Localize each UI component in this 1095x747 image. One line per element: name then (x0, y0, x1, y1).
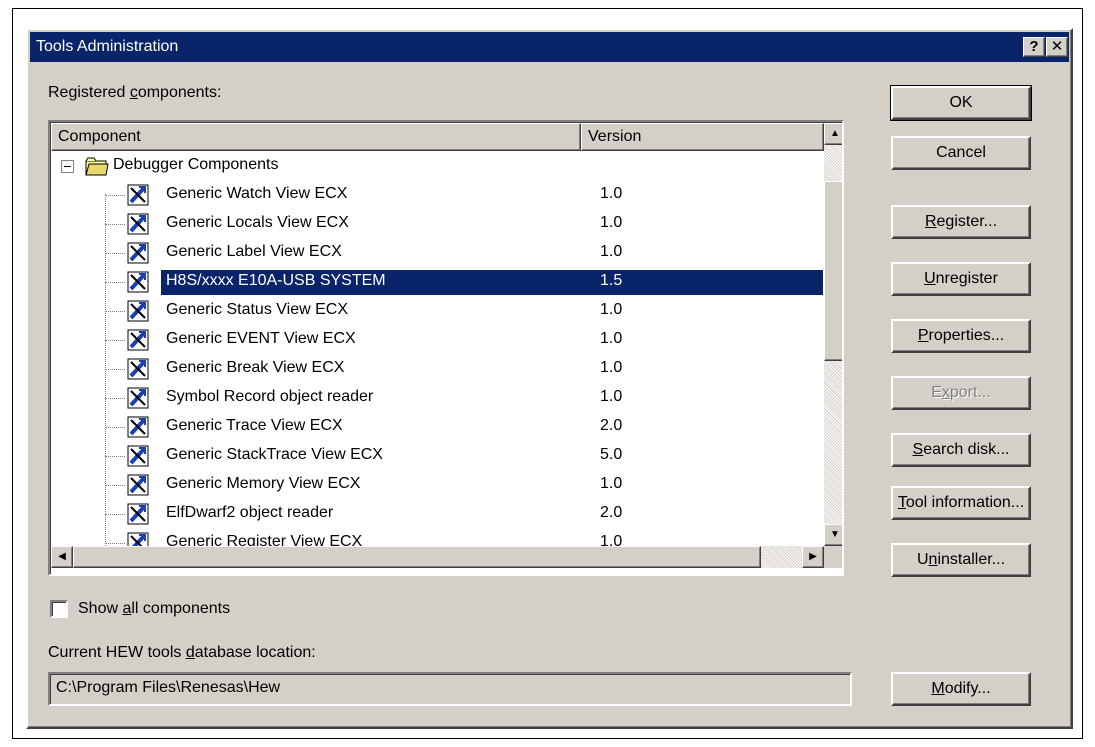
component-version: 1.5 (600, 272, 623, 289)
modify-button[interactable]: Modify... (891, 672, 1031, 706)
scroll-up-icon[interactable]: ▲ (824, 123, 842, 145)
component-name: Generic EVENT View ECX (166, 330, 356, 347)
list-item[interactable]: Generic Register View ECX 1.0 (51, 529, 823, 546)
component-name: Generic Watch View ECX (166, 185, 348, 202)
component-icon (127, 445, 149, 467)
scroll-left-icon[interactable]: ◀ (51, 546, 73, 568)
scroll-down-icon[interactable]: ▼ (824, 524, 842, 546)
component-icon (127, 387, 149, 409)
component-version: 1.0 (600, 475, 623, 492)
component-version: 1.0 (600, 388, 623, 405)
help-button[interactable]: ? (1023, 37, 1045, 57)
uninstaller-button[interactable]: Uninstaller... (891, 543, 1031, 577)
scroll-right-icon[interactable]: ▶ (802, 546, 824, 568)
properties-button[interactable]: Properties... (891, 319, 1031, 353)
component-name: Generic Memory View ECX (166, 475, 361, 492)
list-item[interactable]: Generic Watch View ECX 1.0 (51, 181, 823, 210)
list-rows: Debugger Components Generic Watch View E… (51, 152, 823, 546)
component-name: Generic Locals View ECX (166, 214, 349, 231)
column-header-version[interactable]: Version (581, 123, 824, 151)
component-icon (127, 358, 149, 380)
component-version: 1.0 (600, 533, 623, 546)
component-name: Generic Label View ECX (166, 243, 342, 260)
component-icon (127, 416, 149, 438)
component-version: 2.0 (600, 417, 623, 434)
component-version: 1.0 (600, 185, 623, 202)
cancel-button[interactable]: Cancel (891, 136, 1031, 170)
dialog-title: Tools Administration (36, 38, 179, 55)
component-icon (127, 503, 149, 525)
database-location-field[interactable]: C:\Program Files\Renesas\Hew (48, 672, 852, 706)
component-icon (127, 184, 149, 206)
list-item[interactable]: Symbol Record object reader 1.0 (51, 384, 823, 413)
folder-icon (85, 157, 109, 176)
component-version: 1.0 (600, 330, 623, 347)
components-list[interactable]: Component Version Debugger Components Ge… (48, 120, 844, 576)
component-icon (127, 213, 149, 235)
horizontal-scrollbar[interactable]: ◀ ▶ (51, 546, 824, 568)
title-bar[interactable]: Tools Administration ? ✕ (30, 32, 1069, 62)
component-version: 1.0 (600, 359, 623, 376)
tool-information-button[interactable]: Tool information... (891, 486, 1031, 520)
horizontal-scroll-thumb[interactable] (73, 546, 761, 568)
component-icon (127, 271, 149, 293)
component-version: 1.0 (600, 243, 623, 260)
list-item[interactable]: Generic Status View ECX 1.0 (51, 297, 823, 326)
list-item[interactable]: Generic Trace View ECX 2.0 (51, 413, 823, 442)
component-version: 1.0 (600, 301, 623, 318)
search-disk-button[interactable]: Search disk... (891, 433, 1031, 467)
unregister-button[interactable]: Unregister (891, 262, 1031, 296)
component-icon (127, 300, 149, 322)
component-name: Generic StackTrace View ECX (166, 446, 383, 463)
component-name: ElfDwarf2 object reader (166, 504, 334, 521)
component-name: Generic Register View ECX (166, 533, 363, 546)
list-item[interactable]: Generic Memory View ECX 1.0 (51, 471, 823, 500)
component-version: 2.0 (600, 504, 623, 521)
show-all-components-label[interactable]: Show all components (78, 600, 230, 618)
component-icon (127, 242, 149, 264)
list-item[interactable]: Generic EVENT View ECX 1.0 (51, 326, 823, 355)
component-name: Symbol Record object reader (166, 388, 374, 405)
tools-administration-dialog: Tools Administration ? ✕ Registered comp… (26, 28, 1073, 729)
component-icon (127, 532, 149, 546)
database-location-label: Current HEW tools database location: (48, 644, 316, 661)
group-label: Debugger Components (113, 156, 279, 173)
tree-group-row[interactable]: Debugger Components (51, 152, 823, 181)
collapse-icon[interactable] (61, 160, 74, 173)
column-header-component[interactable]: Component (51, 123, 581, 151)
list-item[interactable]: Generic Label View ECX 1.0 (51, 239, 823, 268)
component-name: Generic Trace View ECX (166, 417, 343, 434)
list-item[interactable]: Generic StackTrace View ECX 5.0 (51, 442, 823, 471)
list-item[interactable]: Generic Break View ECX 1.0 (51, 355, 823, 384)
list-item[interactable]: ElfDwarf2 object reader 2.0 (51, 500, 823, 529)
vertical-scroll-thumb[interactable] (824, 181, 842, 361)
vertical-scrollbar[interactable]: ▲ ▼ (824, 123, 842, 546)
component-name: H8S/xxxx E10A-USB SYSTEM (166, 272, 386, 289)
component-name: Generic Status View ECX (166, 301, 349, 318)
component-icon (127, 474, 149, 496)
close-icon[interactable]: ✕ (1046, 37, 1068, 57)
show-all-components-checkbox[interactable] (50, 600, 68, 618)
component-version: 5.0 (600, 446, 623, 463)
component-name: Generic Break View ECX (166, 359, 345, 376)
registered-components-label: Registered components: (48, 84, 222, 101)
export-button[interactable]: Export... (891, 376, 1031, 410)
list-item[interactable]: Generic Locals View ECX 1.0 (51, 210, 823, 239)
ok-button[interactable]: OK (890, 85, 1032, 121)
register-button[interactable]: Register... (891, 205, 1031, 239)
list-item-selected[interactable]: H8S/xxxx E10A-USB SYSTEM 1.5 (51, 268, 823, 297)
component-icon (127, 329, 149, 351)
scrollbar-corner (824, 546, 842, 568)
component-version: 1.0 (600, 214, 623, 231)
